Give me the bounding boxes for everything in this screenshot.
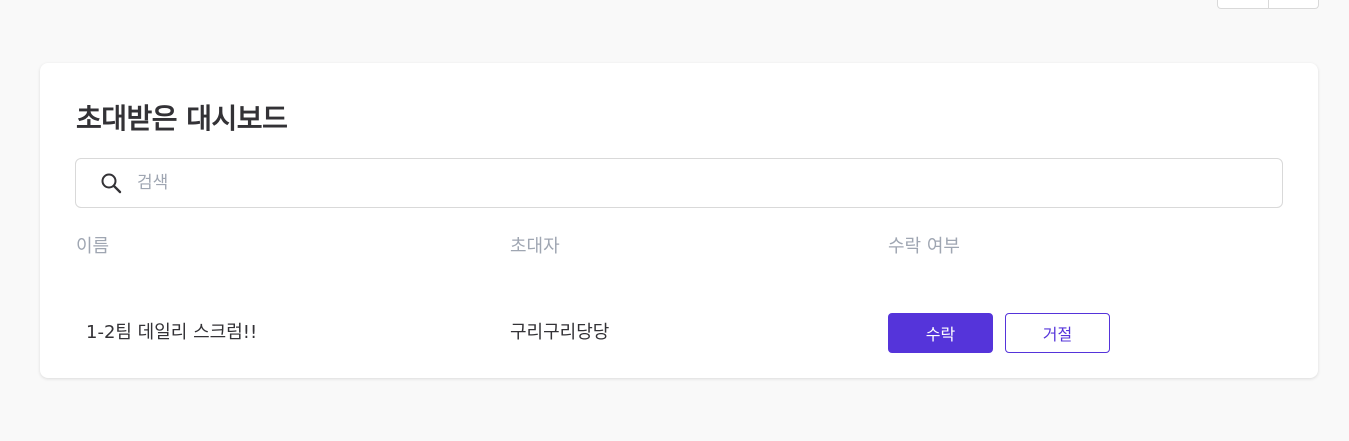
search-box[interactable] [75, 158, 1283, 208]
pagination-controls [1217, 0, 1319, 9]
accept-button[interactable]: 수락 [888, 313, 993, 353]
search-input[interactable] [137, 159, 1282, 207]
column-header-accept-status: 수락 여부 [888, 236, 960, 257]
column-header-inviter: 초대자 [510, 236, 560, 257]
search-icon [99, 171, 123, 195]
column-header-name: 이름 [76, 236, 110, 257]
pagination-prev-button[interactable] [1218, 0, 1268, 8]
reject-button[interactable]: 거절 [1005, 313, 1110, 353]
table-row: 1-2팀 데일리 스크럼!! 구리구리당당 수락 거절 [40, 313, 1318, 353]
invited-dashboards-card: 초대받은 대시보드 이름 초대자 수락 여부 1-2팀 데일리 스크럼!! 구리… [40, 63, 1318, 378]
dashboard-name: 1-2팀 데일리 스크럼!! [86, 322, 258, 343]
inviter-name: 구리구리당당 [510, 322, 610, 343]
pagination-next-button[interactable] [1267, 0, 1319, 8]
card-title: 초대받은 대시보드 [76, 102, 288, 135]
